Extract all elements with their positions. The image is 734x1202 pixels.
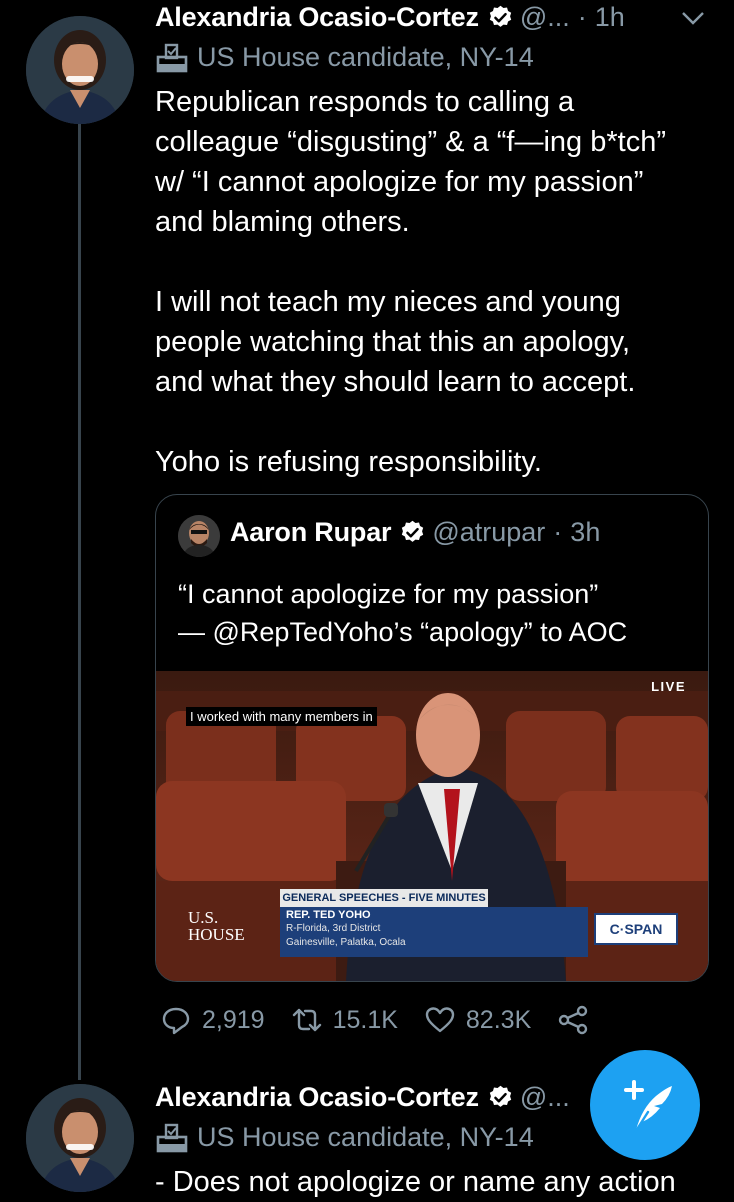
tweet-body-text: - Does not apologize or name any action [155,1166,676,1198]
speaker-district: R-Florida, 3rd District [286,923,381,934]
quoted-avatar-image [178,515,220,557]
heart-icon [425,1007,455,1033]
speaker-name: REP. TED YOHO [286,909,371,921]
tweet-header: Alexandria Ocasio-Cortez @... [155,1082,570,1113]
retweet-button[interactable]: 15.1K [291,1004,398,1036]
government-label[interactable]: US House candidate, NY-14 [155,1122,534,1153]
reply-count: 2,919 [202,1005,265,1034]
tweet-actions-bar: 2,919 15.1K 82.3K [160,1004,615,1036]
closed-caption: I worked with many members in [186,707,377,726]
separator-dot: · [553,517,563,547]
us-house-logo: U.S. HOUSE [188,909,280,957]
like-button[interactable]: 82.3K [424,1004,531,1036]
author-handle[interactable]: @... [520,1082,570,1113]
reply-icon [162,1007,190,1035]
retweet-icon [292,1008,321,1032]
speaker-cities: Gainesville, Palatka, Ocala [286,937,406,948]
tweet-body-text: Republican responds to calling a colleag… [155,86,666,478]
quoted-tweet-header: Aaron Rupar @atrupar · 3h [230,517,600,548]
quoted-author-handle[interactable]: @atrupar [432,517,545,548]
author-handle[interactable]: @... [520,2,570,33]
government-label-text: US House candidate, NY-14 [197,1122,534,1152]
compose-feather-plus-icon [624,1080,672,1136]
quoted-author-name[interactable]: Aaron Rupar [230,517,392,548]
lower-third-title: GENERAL SPEECHES - FIVE MINUTES [280,889,488,907]
avatar-portrait-image [26,16,134,124]
house-logo-line1: U.S. [188,908,219,927]
separator-dot: · [577,2,587,32]
government-label[interactable]: US House candidate, NY-14 [155,42,534,73]
tweet-time[interactable]: 1h [595,2,625,33]
share-button[interactable] [557,1004,589,1036]
profile-avatar[interactable] [26,16,134,124]
video-player[interactable]: LIVE I worked with many members in U.S. … [156,671,708,981]
government-label-text: US House candidate, NY-14 [197,42,534,72]
live-indicator: LIVE [651,679,686,694]
retweet-count: 15.1K [332,1005,398,1034]
cspan-logo: C·SPAN [594,913,678,945]
verified-badge-icon [402,520,424,542]
ballot-box-icon [156,1123,188,1152]
chevron-down-icon[interactable] [678,8,708,28]
ballot-box-icon [156,43,188,72]
verified-badge-icon [489,1085,511,1107]
quoted-tweet-card[interactable]: Aaron Rupar @atrupar · 3h “I cannot apol… [155,494,709,982]
quoted-tweet-text: “I cannot apologize for my passion” — @R… [178,579,628,647]
quoted-author-avatar [178,515,220,557]
reply-button[interactable]: 2,919 [160,1004,265,1036]
house-logo-line2: HOUSE [188,925,245,944]
profile-avatar[interactable] [26,1084,134,1192]
author-name[interactable]: Alexandria Ocasio-Cortez [155,1082,479,1113]
share-icon [559,1005,588,1035]
avatar-portrait-image [26,1084,134,1192]
compose-tweet-button[interactable] [590,1050,700,1160]
verified-badge-icon [489,5,511,27]
thread-connector-line [78,124,81,1080]
quoted-tweet-time[interactable]: 3h [570,517,600,548]
author-name[interactable]: Alexandria Ocasio-Cortez [155,2,479,33]
like-count: 82.3K [465,1005,532,1034]
tweet-header: Alexandria Ocasio-Cortez @... · 1h [155,2,625,33]
